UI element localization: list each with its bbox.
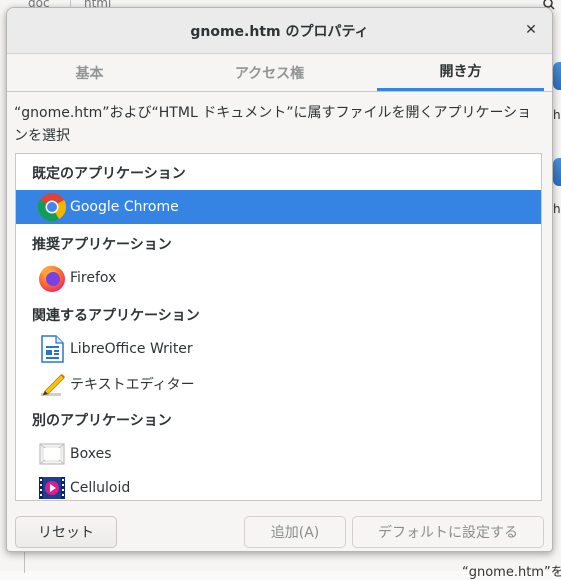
- dialog-title: gnome.htm のプロパティ: [190, 24, 369, 40]
- application-list[interactable]: 既定のアプリケーション Google Chrome 推奨アプリケーション Fir…: [15, 153, 542, 501]
- divider: [24, 549, 25, 573]
- app-row-google-chrome[interactable]: Google Chrome: [16, 190, 541, 224]
- properties-dialog: gnome.htm のプロパティ ✕ 基本 アクセス権 開き方 “gnome.h…: [6, 7, 553, 552]
- celluloid-icon: [37, 473, 67, 500]
- description-text: “gnome.htm”および“HTML ドキュメント”に属すファイルを開くアプリ…: [14, 105, 532, 144]
- close-icon: ✕: [525, 22, 537, 38]
- section-header-related: 関連するアプリケーション: [32, 308, 200, 324]
- file-label: ht: [553, 202, 561, 216]
- chrome-icon: [37, 192, 67, 222]
- tab-open-with[interactable]: 開き方: [377, 54, 544, 91]
- tab-permissions[interactable]: アクセス権: [192, 54, 347, 91]
- set-default-button[interactable]: デフォルトに設定する: [352, 516, 544, 548]
- section-header-other: 別のアプリケーション: [32, 413, 172, 429]
- writer-icon: [37, 334, 67, 364]
- app-row-text-editor[interactable]: テキストエディター: [16, 367, 541, 401]
- app-row-firefox[interactable]: Firefox: [16, 261, 541, 295]
- section-header-default: 既定のアプリケーション: [32, 166, 186, 182]
- titlebar[interactable]: gnome.htm のプロパティ ✕: [7, 8, 552, 54]
- app-label: テキストエディター: [70, 377, 195, 393]
- file-label: h: [553, 108, 561, 122]
- file-icon[interactable]: [553, 62, 561, 90]
- text-editor-icon: [37, 369, 67, 399]
- app-label: Google Chrome: [70, 199, 179, 215]
- app-label: Celluloid: [70, 480, 131, 496]
- file-icon[interactable]: [553, 158, 561, 186]
- firefox-icon: [37, 263, 67, 293]
- app-label: LibreOffice Writer: [70, 341, 193, 357]
- app-row-boxes[interactable]: Boxes: [16, 437, 541, 471]
- add-button[interactable]: 追加(A): [244, 516, 346, 548]
- boxes-icon: [37, 439, 67, 469]
- app-label: Firefox: [70, 270, 117, 286]
- app-label: Boxes: [70, 446, 112, 462]
- tab-bar: 基本 アクセス権 開き方: [7, 54, 552, 92]
- close-button[interactable]: ✕: [522, 21, 540, 39]
- reset-button[interactable]: リセット: [15, 516, 117, 548]
- app-row-libreoffice-writer[interactable]: LibreOffice Writer: [16, 332, 541, 366]
- tab-basic[interactable]: 基本: [7, 54, 172, 91]
- section-header-recommended: 推奨アプリケーション: [32, 237, 172, 253]
- app-row-celluloid[interactable]: Celluloid: [16, 471, 541, 500]
